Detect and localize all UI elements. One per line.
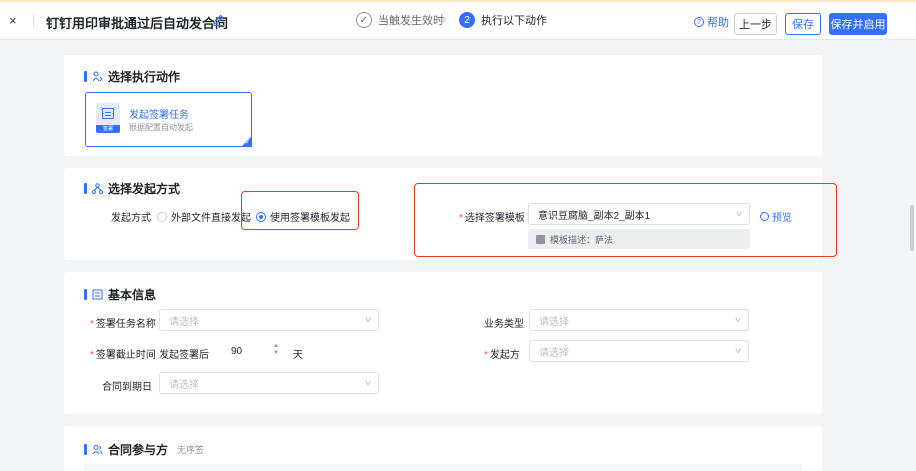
basic-info-section: 基本信息 * 签署任务名称 请选择 v 业务类型 请选择 v * 签署截止时间 发起… <box>64 272 822 414</box>
radio-dot <box>157 211 167 222</box>
section-bar <box>84 183 87 194</box>
chevron-right-icon: › <box>442 12 446 26</box>
user-flow-icon <box>92 71 103 82</box>
chevron-down-icon: v <box>736 209 742 218</box>
biz-type-select[interactable]: 请选择 v <box>529 309 749 331</box>
close-icon[interactable]: × <box>9 13 17 28</box>
initiator-label: * 发起方 <box>484 350 520 361</box>
chevron-down-icon: v <box>365 378 371 387</box>
placeholder: 请选择 <box>169 316 199 328</box>
step-2-label: 执行以下动作 <box>481 15 547 27</box>
stepper-arrows[interactable]: ▲ ▼ <box>273 343 279 357</box>
branch-icon <box>92 183 103 194</box>
save-button[interactable]: 保存 <box>785 13 821 35</box>
section-title: 合同参与方 <box>108 443 169 457</box>
chevron-down-icon: v <box>735 315 741 324</box>
info-icon <box>536 234 545 244</box>
radio-external-file[interactable]: 外部文件直接发起 <box>157 209 251 224</box>
preview-link[interactable]: 预览 <box>760 209 792 224</box>
deadline-stepper[interactable]: 90 ▲ ▼ <box>204 340 279 362</box>
search-icon <box>760 212 769 221</box>
radio-dot <box>256 211 266 222</box>
deadline-prefix: 发起签署后 <box>159 350 209 361</box>
method-label: 发起方式 <box>111 213 151 224</box>
placeholder: 请选择 <box>169 379 199 391</box>
section-header: 基本信息 <box>84 286 156 303</box>
step-2-number: 2 <box>459 12 475 28</box>
section-header: 选择执行动作 <box>84 68 180 85</box>
prev-step-button[interactable]: 上一步 <box>734 13 777 35</box>
task-name-select[interactable]: 请选择 v <box>159 309 379 331</box>
section-bar <box>84 71 87 82</box>
users-icon <box>92 445 103 455</box>
action-desc: 根据配置自动发起 <box>129 123 193 132</box>
template-label: * 选择签署模板 <box>459 213 525 224</box>
form-icon <box>92 289 103 300</box>
help-icon: ? <box>694 17 704 27</box>
check-circle-icon: ✓ <box>356 12 372 28</box>
section-title: 选择发起方式 <box>108 182 181 196</box>
deadline-value: 90 <box>231 346 243 357</box>
section-header: 选择发起方式 <box>84 180 180 197</box>
initiate-section: 选择发起方式 发起方式 外部文件直接发起 使用签署模板发起 * 选择签署模板 意识… <box>64 168 822 260</box>
action-card-initiate-sign[interactable]: 签署 发起签署任务 根据配置自动发起 ✓ <box>85 92 252 147</box>
step-2[interactable]: 2 执行以下动作 <box>459 12 547 28</box>
section-bar <box>84 444 87 455</box>
radio-label: 外部文件直接发起 <box>171 213 251 224</box>
template-value: 意识豆腐脑_副本2_副本1 <box>538 210 651 222</box>
help-label: 帮助 <box>707 17 729 29</box>
section-header: 合同参与方 无序签 <box>84 441 204 458</box>
template-desc-text: 模板描述：萨法 <box>550 234 614 245</box>
top-bar: × 钉钉用印审批通过后自动发合同 ✓ 当触发生效时 › 2 执行以下动作 ? 帮… <box>0 0 916 40</box>
section-title: 选择执行动作 <box>108 70 181 84</box>
doc-tag: 签署 <box>96 125 120 133</box>
step-1-label: 当触发生效时 <box>378 15 444 27</box>
radio-use-template[interactable]: 使用签署模板发起 <box>256 209 350 224</box>
participants-section: 合同参与方 无序签 <box>64 426 822 471</box>
scrollbar[interactable] <box>910 205 914 251</box>
template-select[interactable]: 意识豆腐脑_副本2_副本1 v <box>528 203 750 225</box>
placeholder: 请选择 <box>539 347 569 359</box>
biz-type-label: 业务类型 <box>484 319 524 330</box>
chevron-down-icon: v <box>735 346 741 355</box>
help-link[interactable]: ? 帮助 <box>694 14 729 30</box>
document-icon: 签署 <box>96 103 120 133</box>
template-description: 模板描述：萨法 <box>528 229 750 249</box>
check-icon: ✓ <box>244 140 250 146</box>
deadline-unit: 天 <box>293 350 303 361</box>
preview-label: 预览 <box>772 213 792 224</box>
initiator-select[interactable]: 请选择 v <box>529 340 749 362</box>
top-accent-line <box>0 0 916 2</box>
page-title: 钉钉用印审批通过后自动发合同 <box>46 16 229 31</box>
save-and-enable-button[interactable]: 保存并启用 <box>829 13 887 35</box>
expiry-label: 合同到期日 <box>102 382 152 393</box>
section-bar <box>84 289 87 300</box>
deadline-label: * 签署截止时间 <box>90 350 156 361</box>
divider <box>33 14 34 28</box>
chevron-down-icon: v <box>365 315 371 324</box>
section-title: 基本信息 <box>108 288 157 302</box>
action-section: 选择执行动作 签署 发起签署任务 根据配置自动发起 ✓ <box>64 55 822 156</box>
placeholder: 请选择 <box>539 316 569 328</box>
section-note: 无序签 <box>177 445 205 455</box>
participants-table-header <box>84 464 802 471</box>
pencil-icon[interactable] <box>212 13 226 27</box>
task-name-label: * 签署任务名称 <box>90 319 156 330</box>
step-1[interactable]: ✓ 当触发生效时 <box>356 12 444 28</box>
expiry-select[interactable]: 请选择 v <box>159 372 379 394</box>
radio-label: 使用签署模板发起 <box>270 213 350 224</box>
action-name: 发起签署任务 <box>129 110 189 121</box>
